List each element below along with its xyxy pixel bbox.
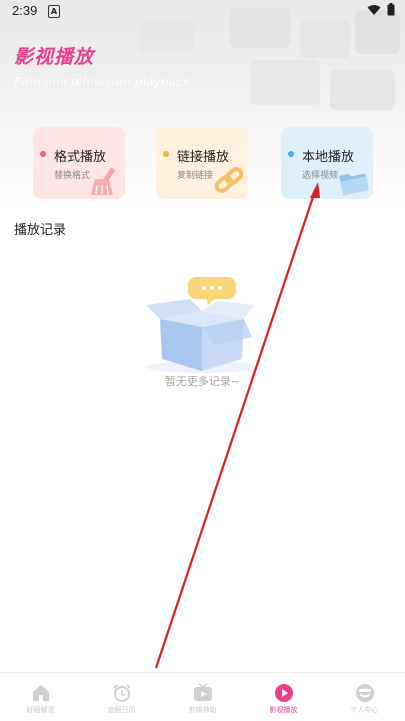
status-icons (367, 3, 395, 16)
local-play-card[interactable]: 本地播放 选择视频 (281, 127, 373, 199)
chain-link-icon (214, 167, 244, 193)
alarm-clock-icon (112, 684, 131, 702)
nav-item-edit[interactable]: 剪辑神助 (162, 673, 243, 721)
link-play-card[interactable]: 链接播放 复制链接 (156, 127, 248, 199)
card-dot (288, 151, 294, 157)
empty-box-illustration (146, 277, 257, 373)
notification-a-icon: A (48, 5, 60, 18)
bottom-nav: 好剧解说 追剧日历 剪辑神助 影视播放 个人中心 (0, 672, 405, 721)
wifi-icon (367, 4, 381, 15)
nav-label: 影视播放 (269, 706, 298, 714)
history-title: 播放记录 (14, 223, 67, 238)
card-dot (40, 151, 46, 157)
home-icon (32, 685, 49, 701)
status-bar: 2:39 A (0, 0, 405, 22)
profile-icon (355, 684, 374, 702)
card-title: 链接播放 (177, 150, 230, 165)
card-subtitle: 复制链接 (177, 171, 214, 181)
nav-item-calendar[interactable]: 追剧日历 (81, 673, 162, 721)
empty-state-text: 暂无更多记录~ (164, 375, 241, 388)
broom-icon (91, 167, 115, 195)
folder-icon (339, 173, 369, 196)
card-title: 本地播放 (302, 150, 355, 165)
nav-item-play[interactable]: 影视播放 (243, 673, 324, 721)
status-time: 2:39 (12, 3, 38, 18)
format-play-card[interactable]: 格式播放 替换格式 (33, 127, 125, 199)
card-subtitle: 选择视频 (302, 171, 339, 181)
play-icon (274, 684, 293, 702)
nav-label: 追剧日历 (107, 706, 136, 714)
card-dot (163, 151, 169, 157)
nav-label: 好剧解说 (26, 706, 55, 714)
tv-icon (193, 683, 212, 701)
page-title: 影视播放 (14, 46, 95, 68)
nav-label: 剪辑神助 (188, 706, 217, 714)
nav-item-home[interactable]: 好剧解说 (0, 673, 81, 721)
nav-item-profile[interactable]: 个人中心 (324, 673, 405, 721)
nav-label: 个人中心 (350, 706, 379, 714)
card-title: 格式播放 (54, 150, 107, 165)
battery-icon (387, 3, 395, 16)
card-subtitle: 替换格式 (54, 171, 91, 181)
page-subtitle: Film and television playback (14, 74, 191, 89)
